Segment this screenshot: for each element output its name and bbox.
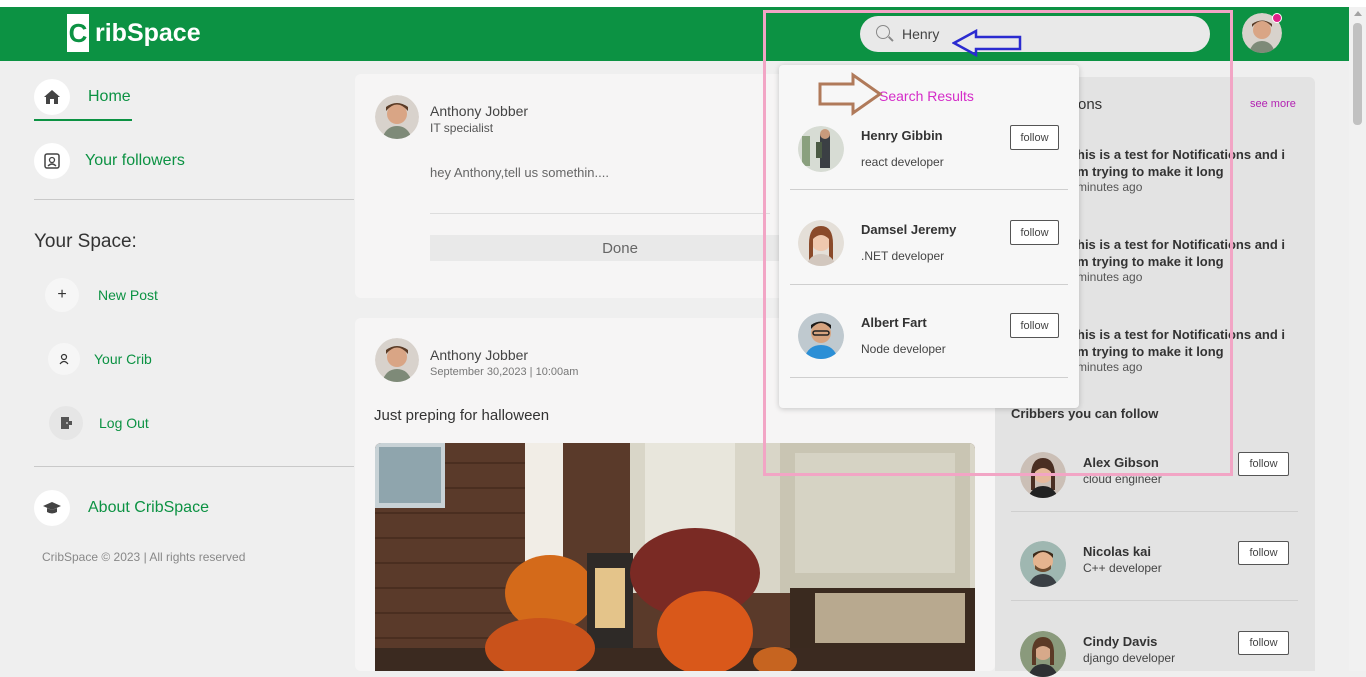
cribber-avatar[interactable] <box>1020 631 1066 677</box>
cribber-role: django developer <box>1083 651 1176 665</box>
new-post-link[interactable]: + New Post <box>45 278 158 312</box>
cribber-name[interactable]: Nicolas kai <box>1083 544 1151 559</box>
composer-card: Anthony Jobber IT specialist hey Anthony… <box>355 74 810 298</box>
composer-avatar <box>375 95 419 139</box>
your-crib-link[interactable]: Your Crib <box>48 343 152 375</box>
notification-time: minutes ago <box>1077 180 1143 194</box>
notification-time: minutes ago <box>1077 360 1143 374</box>
follow-button[interactable]: follow <box>1010 125 1059 150</box>
search-icon <box>876 25 890 39</box>
cribber-name[interactable]: Cindy Davis <box>1083 634 1157 649</box>
user-icon <box>48 343 80 375</box>
sidebar-item-followers[interactable]: Your followers <box>34 143 185 179</box>
log-out-link[interactable]: Log Out <box>49 406 149 440</box>
notifications-title: ons <box>1078 96 1103 113</box>
graduation-cap-icon <box>34 490 70 526</box>
cribbers-heading: Cribbers you can follow <box>1011 406 1159 421</box>
scroll-up-icon[interactable] <box>1354 11 1362 16</box>
search-result-item[interactable]: Damsel Jeremy .NET developer follow <box>790 190 1068 285</box>
result-role: .NET developer <box>861 249 945 263</box>
sidebar-divider <box>34 466 354 467</box>
notification-line: his is a test for Notifications and i <box>1077 327 1286 342</box>
active-underline <box>34 119 132 121</box>
contact-card-icon <box>34 143 70 179</box>
composer-title: IT specialist <box>430 121 494 135</box>
follow-button[interactable]: follow <box>1238 541 1289 565</box>
cribber-role: cloud engineer <box>1083 472 1162 486</box>
result-avatar <box>798 220 844 266</box>
logo-letter: C <box>67 14 89 52</box>
follow-button[interactable]: follow <box>1238 631 1289 655</box>
notification-line: m trying to make it long <box>1077 344 1224 359</box>
sidebar-item-label: Your followers <box>85 152 185 169</box>
cribber-name[interactable]: Alex Gibson <box>1083 455 1159 470</box>
cribber-row: Alex Gibson cloud engineer follow <box>1011 424 1298 512</box>
post-author: Anthony Jobber <box>430 347 529 363</box>
notification-item[interactable]: his is a test for Notifications and i m … <box>1077 326 1297 374</box>
notification-line: his is a test for Notifications and i <box>1077 237 1286 252</box>
blue-arrow-annotation <box>952 29 1022 57</box>
notification-line: his is a test for Notifications and i <box>1077 147 1286 162</box>
cribber-row: Nicolas kai C++ developer follow <box>1011 513 1298 601</box>
search-input[interactable] <box>902 24 1182 44</box>
post-date: September 30,2023 | 10:00am <box>430 366 579 378</box>
follow-button[interactable]: follow <box>1238 452 1289 476</box>
cribber-avatar[interactable] <box>1020 452 1066 498</box>
result-name: Damsel Jeremy <box>861 222 957 237</box>
notification-line: m trying to make it long <box>1077 254 1224 269</box>
composer-divider <box>430 213 770 214</box>
composer-input[interactable]: hey Anthony,tell us somethin.... <box>430 165 609 180</box>
plus-icon: + <box>45 278 79 312</box>
sidebar-item-home[interactable]: Home <box>34 79 131 115</box>
sidebar-item-label: Home <box>88 88 131 105</box>
post-text: Just preping for halloween <box>374 407 550 424</box>
result-avatar <box>798 126 844 172</box>
cribber-role: C++ developer <box>1083 561 1162 575</box>
header-bar: C ribSpace <box>0 7 1366 61</box>
result-avatar <box>798 313 844 359</box>
brown-arrow-annotation <box>818 72 883 116</box>
your-space-heading: Your Space: <box>34 231 137 252</box>
search-result-item[interactable]: Albert Fart Node developer follow <box>790 283 1068 378</box>
notification-item[interactable]: his is a test for Notifications and i m … <box>1077 146 1297 194</box>
see-more-link[interactable]: see more <box>1250 98 1296 110</box>
cribber-avatar[interactable] <box>1020 541 1066 587</box>
new-post-label: New Post <box>98 287 158 303</box>
logout-icon <box>49 406 83 440</box>
search-results-dropdown: Search Results Henry Gibbin react develo… <box>779 65 1079 408</box>
sidebar-item-label: About CribSpace <box>88 499 209 516</box>
result-role: Node developer <box>861 342 946 356</box>
notification-item[interactable]: his is a test for Notifications and i m … <box>1077 236 1297 284</box>
sidebar-item-about[interactable]: About CribSpace <box>34 490 209 526</box>
scrollbar-thumb[interactable] <box>1353 23 1362 125</box>
notification-time: minutes ago <box>1077 270 1143 284</box>
follow-button[interactable]: follow <box>1010 313 1059 338</box>
top-strip <box>0 0 1366 7</box>
follow-button[interactable]: follow <box>1010 220 1059 245</box>
result-name: Henry Gibbin <box>861 128 943 143</box>
post-photo <box>375 443 975 671</box>
your-crib-label: Your Crib <box>94 351 152 367</box>
result-role: react developer <box>861 155 944 169</box>
search-bar[interactable] <box>860 16 1210 52</box>
result-name: Albert Fart <box>861 315 927 330</box>
log-out-label: Log Out <box>99 415 149 431</box>
cribber-row: Cindy Davis django developer follow <box>1011 602 1298 677</box>
post-avatar[interactable] <box>375 338 419 382</box>
done-button[interactable]: Done <box>430 235 810 261</box>
notification-line: m trying to make it long <box>1077 164 1224 179</box>
sidebar-divider <box>34 199 354 200</box>
notification-dot <box>1272 13 1282 23</box>
logo[interactable]: C ribSpace <box>67 14 201 52</box>
page-scrollbar[interactable] <box>1349 7 1366 671</box>
footer-copyright: CribSpace © 2023 | All rights reserved <box>42 550 246 564</box>
composer-name: Anthony Jobber <box>430 103 529 119</box>
logo-text: ribSpace <box>95 18 201 47</box>
home-icon <box>34 79 70 115</box>
